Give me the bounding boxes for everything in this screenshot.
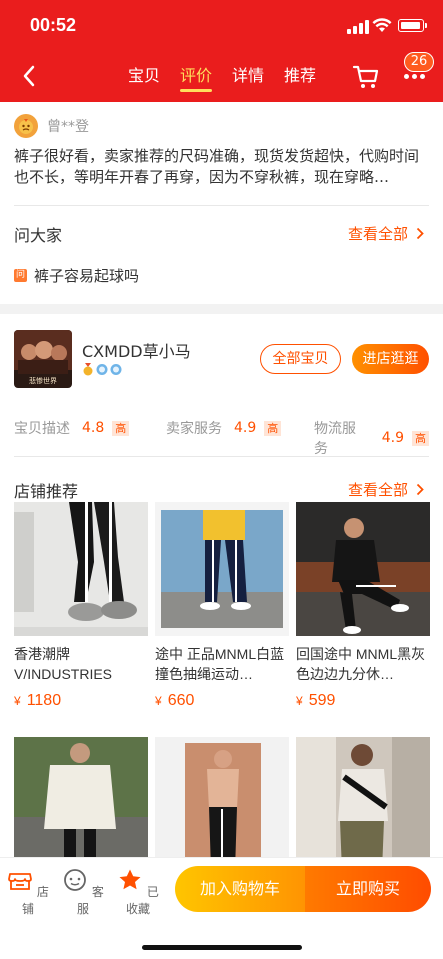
- add-to-cart-button[interactable]: 加入购物车: [175, 866, 305, 912]
- ask-view-all-label: 查看全部: [348, 225, 409, 243]
- product-price: ¥660: [155, 692, 195, 709]
- tab-reviews[interactable]: 评价: [170, 50, 222, 102]
- rating-description: 宝贝描述 4.8 高: [14, 418, 130, 438]
- avatar: [14, 114, 38, 138]
- product-image: [296, 737, 430, 857]
- rating-service: 卖家服务 4.9 高: [166, 418, 282, 438]
- content-scroll[interactable]: 曾**登 裤子很好看，卖家推荐的尺码准确，现货发货超快，代购时间也不长，等明年开…: [0, 102, 443, 857]
- rating-logistics: 物流服务 4.9 高: [314, 418, 429, 458]
- back-button[interactable]: [14, 62, 44, 90]
- bottom-action-bar: 店铺 客服 已收藏 加入购物车 立即购买: [0, 857, 443, 959]
- product-card[interactable]: 回国途中 MNML黑灰色边边九分休… ¥599: [296, 502, 430, 710]
- shop-section: 悲惨世界 CXMDD草小马 全部宝贝 进店逛逛 宝贝描述 4.8 高 卖家服务 …: [0, 314, 443, 857]
- status-bar: 00:52: [0, 0, 443, 50]
- question-icon: 问: [14, 269, 27, 282]
- product-title: 回国途中 MNML黑灰色边边九分休…: [296, 646, 426, 682]
- shop-logo[interactable]: 悲惨世界: [14, 330, 72, 388]
- rating-label: 卖家服务: [166, 421, 222, 437]
- chevron-right-icon: [416, 483, 424, 496]
- reviewer: 曾**登: [14, 114, 89, 138]
- service-button[interactable]: 客服: [61, 868, 105, 917]
- tab-details[interactable]: 详情: [222, 50, 274, 102]
- recommend-view-all-label: 查看全部: [348, 481, 409, 499]
- shop-logo-caption: 悲惨世界: [29, 376, 57, 385]
- question-item[interactable]: 问 裤子容易起球吗: [14, 265, 139, 286]
- currency-symbol: ¥: [296, 694, 303, 708]
- review-text[interactable]: 裤子很好看，卖家推荐的尺码准确，现货发货超快，代购时间也不长，等明年开春了再穿，…: [14, 146, 429, 188]
- all-items-button[interactable]: 全部宝贝: [260, 344, 341, 374]
- review-section: 曾**登 裤子很好看，卖家推荐的尺码准确，现货发货超快，代购时间也不长，等明年开…: [0, 102, 443, 304]
- cellular-signal-icon: [347, 20, 369, 34]
- rating-tag: 高: [264, 420, 282, 436]
- product-card[interactable]: [155, 737, 289, 857]
- ask-title: 问大家: [14, 226, 63, 245]
- service-icon: [64, 869, 86, 891]
- home-indicator: [142, 945, 302, 950]
- product-image: [155, 502, 289, 636]
- divider: [14, 456, 429, 457]
- rating-label: 宝贝描述: [14, 421, 70, 437]
- medal-icon: [96, 364, 108, 375]
- buy-now-button[interactable]: 立即购买: [305, 866, 431, 912]
- shop-ratings: 宝贝描述 4.8 高 卖家服务 4.9 高 物流服务 4.9 高: [14, 418, 429, 457]
- currency-symbol: ¥: [155, 694, 162, 708]
- rating-score: 4.9: [381, 430, 404, 446]
- cart-icon: [352, 65, 379, 88]
- tab-recommend[interactable]: 推荐: [274, 50, 326, 102]
- medal-icon: [83, 363, 93, 376]
- battery-icon: [398, 19, 427, 32]
- tab-bar: 宝贝 评价 详情 推荐: [118, 50, 326, 102]
- divider: [14, 205, 429, 206]
- product-image: [155, 737, 289, 857]
- status-time: 00:52: [30, 15, 77, 35]
- product-card[interactable]: 途中 正品MNML白蓝撞色抽绳运动… ¥660: [155, 502, 289, 710]
- product-price: ¥1180: [14, 692, 62, 709]
- wifi-icon: [372, 18, 392, 32]
- shop-medals: [82, 363, 122, 376]
- star-icon: [119, 869, 141, 890]
- header-bar: 00:52 宝贝 评价 详情 推荐 26: [0, 0, 443, 102]
- message-count-badge: 26: [404, 52, 434, 72]
- product-image: [14, 502, 148, 636]
- recommend-view-all-button[interactable]: 查看全部: [348, 479, 424, 500]
- product-card[interactable]: [296, 737, 430, 857]
- product-card[interactable]: [14, 737, 148, 857]
- tab-item[interactable]: 宝贝: [118, 50, 170, 102]
- reviewer-name: 曾**登: [47, 119, 89, 135]
- currency-symbol: ¥: [14, 694, 21, 708]
- product-image: [14, 737, 148, 857]
- product-title: 香港潮牌 V/INDUSTRIES Vmade 黑…: [14, 646, 113, 682]
- rating-score: 4.9: [234, 420, 257, 436]
- product-card[interactable]: 香港潮牌 V/INDUSTRIES Vmade 黑… ¥1180: [14, 502, 148, 710]
- shop-name[interactable]: CXMDD草小马: [82, 338, 191, 362]
- rating-tag: 高: [112, 420, 130, 436]
- enter-shop-button[interactable]: 进店逛逛: [352, 344, 429, 374]
- cart-button[interactable]: [352, 62, 380, 90]
- recommend-title: 店铺推荐: [14, 482, 79, 501]
- chevron-right-icon: [416, 227, 424, 240]
- back-arrow-icon: [23, 65, 35, 87]
- rating-score: 4.8: [82, 420, 105, 436]
- store-button[interactable]: 店铺: [6, 868, 50, 917]
- product-price: ¥599: [296, 692, 336, 709]
- more-icon: [403, 73, 409, 79]
- product-title: 途中 正品MNML白蓝撞色抽绳运动…: [155, 646, 285, 682]
- medal-icon: [110, 364, 122, 375]
- favorite-button[interactable]: 已收藏: [116, 868, 160, 917]
- question-text: 裤子容易起球吗: [34, 267, 140, 285]
- rating-label: 物流服务: [314, 421, 356, 457]
- ask-view-all-button[interactable]: 查看全部: [348, 223, 424, 244]
- nav-bar: 宝贝 评价 详情 推荐: [0, 50, 443, 102]
- product-image: [296, 502, 430, 636]
- rating-tag: 高: [412, 430, 429, 446]
- store-icon: [8, 873, 32, 890]
